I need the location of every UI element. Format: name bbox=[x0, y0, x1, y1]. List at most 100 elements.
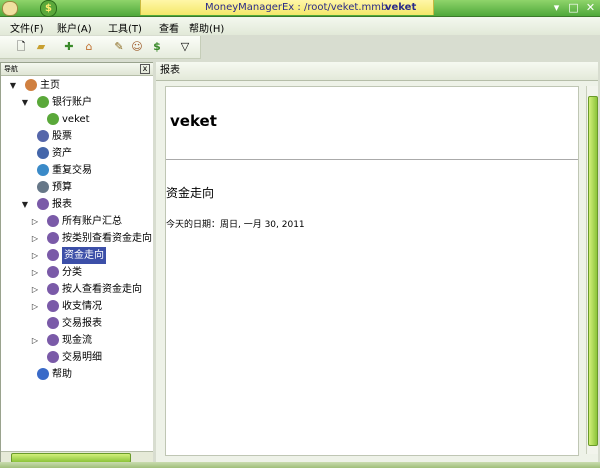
tree-item[interactable]: ▷ 所有账户汇总 bbox=[1, 213, 151, 230]
repeat-icon bbox=[37, 164, 49, 176]
expander-icon[interactable]: ▷ bbox=[31, 213, 39, 230]
expander-icon[interactable]: ▷ bbox=[31, 230, 39, 247]
filter-icon[interactable]: ▽ bbox=[178, 40, 192, 54]
tree-item-label: 交易报表 bbox=[62, 318, 102, 329]
tree-item[interactable]: ▼ 报表 bbox=[1, 196, 151, 213]
tree-item[interactable]: ▷ 现金流 bbox=[1, 332, 151, 349]
tree-item[interactable]: 资产 bbox=[1, 145, 151, 162]
maximize-icon[interactable]: □ bbox=[567, 1, 580, 14]
tree-item-label: 按人查看资金走向 bbox=[62, 284, 142, 295]
expander-icon[interactable]: ▷ bbox=[31, 264, 39, 281]
help-icon bbox=[37, 368, 49, 380]
menu-help[interactable]: 帮助(H) bbox=[189, 20, 224, 35]
expander-icon[interactable]: ▷ bbox=[31, 298, 39, 315]
navigator-title: 导航 bbox=[4, 65, 18, 73]
car-icon bbox=[37, 147, 49, 159]
menu-bar: 文件(F) 账户(A) 工具(T) 查看 帮助(H) bbox=[0, 17, 600, 35]
tree-item[interactable]: ▷ 按人查看资金走向 bbox=[1, 281, 151, 298]
report-icon bbox=[47, 215, 59, 227]
window-app-name: veket bbox=[385, 2, 417, 13]
menu-view[interactable]: 查看 bbox=[159, 20, 179, 35]
account-icon bbox=[47, 113, 59, 125]
tree-item[interactable]: ▷ 收支情况 bbox=[1, 298, 151, 315]
tree-item[interactable]: ▷ 资金走向 bbox=[1, 247, 151, 264]
tree-item[interactable]: ▼ 银行账户 bbox=[1, 94, 151, 111]
new-account-icon[interactable]: ✚ bbox=[62, 40, 76, 54]
tree-item[interactable]: ▷ 分类 bbox=[1, 264, 151, 281]
expander-icon[interactable]: ▼ bbox=[21, 196, 29, 213]
tree-item-label: 交易明细 bbox=[62, 352, 102, 363]
content-panel: 报表 veket 资金走向 今天的日期：周日, 一月 30, 2011 bbox=[156, 62, 598, 462]
report-subtitle: 资金走向 bbox=[166, 186, 215, 200]
report-icon bbox=[47, 283, 59, 295]
window-title: MoneyManagerEx : /root/veket.mmb bbox=[205, 2, 388, 13]
tree-item[interactable]: ▼ 主页 bbox=[1, 77, 151, 94]
toolbar: 🗋 ▰ ✚ ⌂ ✎ ☺ $ ▽ bbox=[0, 36, 201, 59]
vertical-scrollbar-thumb[interactable] bbox=[588, 96, 598, 446]
tree-item[interactable]: 股票 bbox=[1, 128, 151, 145]
expander-icon[interactable]: ▼ bbox=[21, 94, 29, 111]
report-icon bbox=[47, 300, 59, 312]
vertical-scrollbar[interactable] bbox=[586, 86, 598, 454]
new-file-icon[interactable]: 🗋 bbox=[14, 40, 28, 54]
expander-icon[interactable]: ▷ bbox=[31, 247, 39, 264]
tree-item[interactable]: 帮助 bbox=[1, 366, 151, 383]
tree-item[interactable]: 交易报表 bbox=[1, 315, 151, 332]
navigator-header: 导航 x bbox=[1, 63, 153, 76]
tab-report[interactable]: 报表 bbox=[156, 62, 598, 81]
tree-item-label: 收支情况 bbox=[62, 301, 102, 312]
report-icon bbox=[47, 351, 59, 363]
report-icon bbox=[47, 334, 59, 346]
edit-icon[interactable]: ✎ bbox=[112, 40, 126, 54]
report-db-title: veket bbox=[170, 112, 217, 130]
report-icon bbox=[47, 266, 59, 278]
report-date: 今天的日期：周日, 一月 30, 2011 bbox=[166, 220, 305, 230]
divider bbox=[166, 159, 578, 160]
menu-tools[interactable]: 工具(T) bbox=[108, 20, 142, 35]
menu-account[interactable]: 账户(A) bbox=[57, 20, 92, 35]
stocks-icon bbox=[37, 130, 49, 142]
user-icon[interactable]: ☺ bbox=[130, 40, 144, 54]
home-icon[interactable]: ⌂ bbox=[82, 40, 96, 54]
report-view: veket 资金走向 今天的日期：周日, 一月 30, 2011 bbox=[165, 86, 579, 456]
expander-icon[interactable]: ▷ bbox=[31, 332, 39, 349]
navigator-panel: 导航 x ▼ 主页 ▼ 银行账户 veket 股票资产重复交易预算 ▼ 报表 ▷ 所有账户汇总 ▷ 按… bbox=[0, 62, 154, 464]
tree-item[interactable]: 预算 bbox=[1, 179, 151, 196]
tree-item-label: 所有账户汇总 bbox=[62, 216, 122, 227]
close-panel-icon[interactable]: x bbox=[140, 64, 150, 74]
tree-item-label: 资金走向 bbox=[62, 247, 106, 264]
tree-item-label: 报表 bbox=[52, 199, 72, 210]
tree-item-label: 重复交易 bbox=[52, 165, 92, 176]
report-icon bbox=[47, 317, 59, 329]
expander-icon[interactable]: ▼ bbox=[9, 77, 17, 94]
money-icon: $ bbox=[40, 0, 57, 17]
report-icon bbox=[37, 198, 49, 210]
report-icon bbox=[47, 232, 59, 244]
tree-item-label: 现金流 bbox=[62, 335, 92, 346]
tree-item[interactable]: ▷ 按类别查看资金走向 bbox=[1, 230, 152, 247]
tree-item-label: 分类 bbox=[62, 267, 82, 278]
close-window-icon[interactable]: ✕ bbox=[584, 1, 597, 14]
tree-item-label: 按类别查看资金走向 bbox=[62, 233, 152, 244]
title-bar: $ MoneyManagerEx : /root/veket.mmb veket… bbox=[0, 0, 600, 17]
tree-item-label: 帮助 bbox=[52, 369, 72, 380]
tree-item-label: veket bbox=[62, 114, 90, 125]
tree-item[interactable]: 交易明细 bbox=[1, 349, 151, 366]
status-bar bbox=[0, 462, 600, 468]
tree-item[interactable]: 重复交易 bbox=[1, 162, 151, 179]
minimize-icon[interactable]: ▾ bbox=[550, 1, 563, 14]
tree-item-label: 预算 bbox=[52, 182, 72, 193]
open-folder-icon[interactable]: ▰ bbox=[34, 40, 48, 54]
tree-item[interactable]: veket bbox=[1, 111, 151, 128]
app-menu-icon[interactable] bbox=[2, 1, 18, 16]
home-icon bbox=[25, 79, 37, 91]
report-icon bbox=[47, 249, 59, 261]
tree-item-label: 股票 bbox=[52, 131, 72, 142]
menu-file[interactable]: 文件(F) bbox=[10, 20, 44, 35]
expander-icon[interactable]: ▷ bbox=[31, 281, 39, 298]
budget-icon bbox=[37, 181, 49, 193]
tree-item-label: 主页 bbox=[40, 80, 60, 91]
tree-item-label: 银行账户 bbox=[52, 97, 92, 108]
currency-icon[interactable]: $ bbox=[150, 40, 164, 54]
tab-report-label: 报表 bbox=[160, 65, 180, 76]
